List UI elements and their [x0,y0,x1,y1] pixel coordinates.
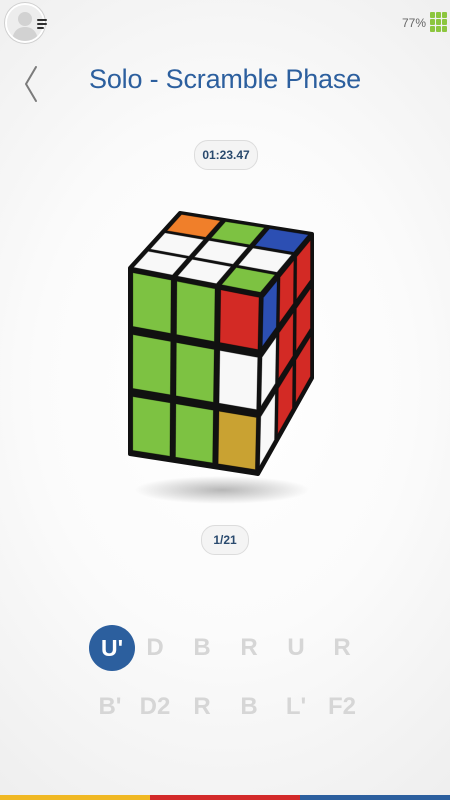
cube-front-face [132,272,260,471]
cube-sticker [175,403,214,464]
color-strip-blue [300,795,450,800]
cube-sticker [132,272,172,334]
color-strip-yellow [0,795,150,800]
cube-sticker [175,342,215,403]
cube-sticker [132,396,171,457]
color-strip-red [150,795,300,800]
move[interactable]: B [225,687,273,727]
cube-shadow [134,476,310,504]
move[interactable]: B [178,628,226,668]
move[interactable]: D2 [131,687,179,727]
cube-sticker [132,334,172,396]
move[interactable]: D [131,628,179,668]
cube-sticker [219,289,260,350]
cube-sticker [218,350,259,411]
rubiks-cube[interactable] [0,0,450,520]
move[interactable]: U [272,628,320,668]
move[interactable]: F2 [318,687,366,727]
move-current[interactable]: U' [89,625,135,671]
move[interactable]: R [318,628,366,668]
cube-sticker [217,410,257,471]
cube-sticker [176,280,216,342]
move[interactable]: R [225,628,273,668]
color-strip [0,795,450,800]
move[interactable]: B' [86,687,134,727]
move[interactable]: L' [272,687,320,727]
move[interactable]: R [178,687,226,727]
move-counter: 1/21 [201,525,249,555]
